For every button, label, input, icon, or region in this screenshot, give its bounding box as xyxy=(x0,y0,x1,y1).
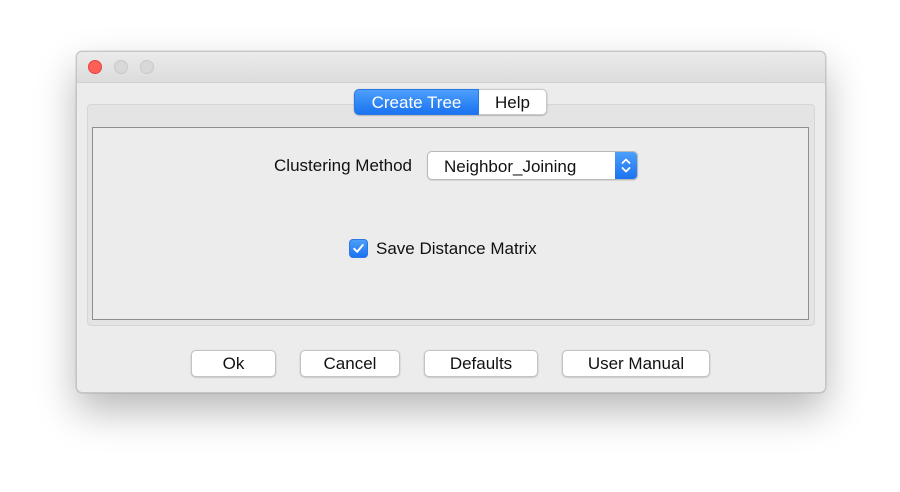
user-manual-button[interactable]: User Manual xyxy=(562,350,710,377)
cancel-button[interactable]: Cancel xyxy=(300,350,400,377)
clustering-method-row: Clustering Method Neighbor_Joining xyxy=(93,151,808,181)
tab-bar: Create Tree Help xyxy=(354,89,547,115)
save-distance-matrix-row: Save Distance Matrix xyxy=(93,238,808,262)
title-bar[interactable] xyxy=(77,52,825,83)
dialog-window: Create Tree Help Clustering Method Neigh… xyxy=(76,51,826,393)
checkmark-icon xyxy=(353,244,364,253)
clustering-method-select[interactable]: Neighbor_Joining xyxy=(427,151,638,180)
maximize-window-button[interactable] xyxy=(140,60,154,74)
tab-help[interactable]: Help xyxy=(479,89,547,115)
tab-create-tree[interactable]: Create Tree xyxy=(354,89,479,115)
up-down-chevrons-icon xyxy=(615,152,637,179)
close-window-button[interactable] xyxy=(88,60,102,74)
save-distance-matrix-checkbox[interactable] xyxy=(349,239,368,258)
button-row: Ok Cancel Defaults User Manual xyxy=(77,350,825,378)
ok-button[interactable]: Ok xyxy=(191,350,276,377)
save-distance-matrix-label[interactable]: Save Distance Matrix xyxy=(376,239,537,259)
defaults-button[interactable]: Defaults xyxy=(424,350,538,377)
clustering-method-label: Clustering Method xyxy=(274,156,412,175)
minimize-window-button[interactable] xyxy=(114,60,128,74)
clustering-method-value: Neighbor_Joining xyxy=(444,157,577,176)
create-tree-panel: Clustering Method Neighbor_Joining Save … xyxy=(92,127,809,320)
